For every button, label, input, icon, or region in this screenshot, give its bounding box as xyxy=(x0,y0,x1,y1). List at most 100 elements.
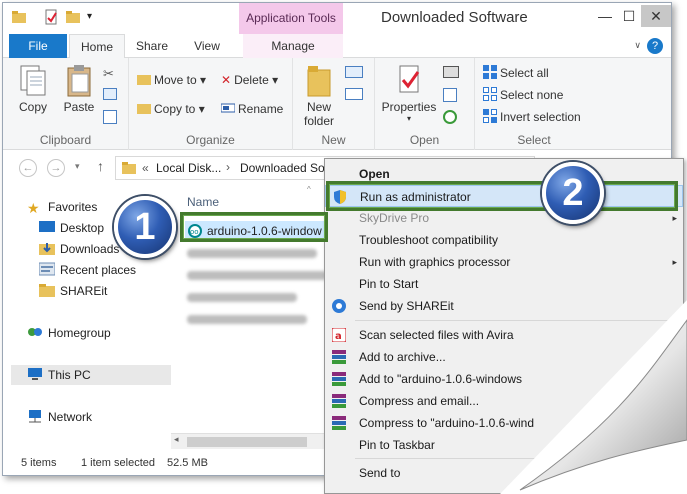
properties-button[interactable]: Properties ▾ xyxy=(379,64,439,123)
nav-homegroup[interactable]: Homegroup xyxy=(27,323,111,343)
folder-icon xyxy=(122,162,136,174)
menu-item-open-label: Open xyxy=(359,167,390,181)
menu-item-compress-and-email[interactable]: Compress and email... xyxy=(325,390,683,412)
nav-homegroup-label: Homegroup xyxy=(48,326,111,340)
submenu-arrow-icon: ▸ xyxy=(672,213,677,223)
menu-item-run-as-administrator[interactable]: Run as administrator xyxy=(325,185,683,207)
select-group: Select all Select none Invert selection … xyxy=(475,58,593,150)
nav-this-pc[interactable]: This PC xyxy=(11,365,171,385)
column-header-name[interactable]: Name xyxy=(187,195,219,209)
menu-item-run-as-administrator-label: Run as administrator xyxy=(360,190,471,204)
back-button[interactable]: ← xyxy=(19,159,37,177)
recent-locations-icon[interactable]: ▾ xyxy=(75,161,80,172)
computer-icon xyxy=(28,368,42,380)
customize-toolbar-icon[interactable]: ▾ xyxy=(87,9,103,25)
desktop-icon xyxy=(39,221,55,232)
status-selected: 1 item selected xyxy=(81,457,155,469)
properties-quick-icon[interactable] xyxy=(43,9,59,25)
move-to-button[interactable]: Move to ▾ xyxy=(137,71,206,89)
expand-ribbon-icon[interactable]: ∨ xyxy=(634,40,641,51)
select-all-button[interactable]: Select all xyxy=(483,64,549,82)
open-icon[interactable] xyxy=(443,66,459,78)
menu-item-skydrive-pro[interactable]: SkyDrive Pro ▸ xyxy=(325,207,683,229)
context-menu: Open Run as administrator SkyDrive Pro ▸ … xyxy=(324,158,684,494)
copy-icon xyxy=(20,65,46,96)
copy-path-icon[interactable] xyxy=(103,88,117,100)
menu-item-pin-to-start[interactable]: Pin to Start xyxy=(325,273,683,295)
close-button[interactable]: ✕ xyxy=(641,5,671,27)
menu-item-pin-to-taskbar[interactable]: Pin to Taskbar xyxy=(325,434,683,456)
menu-item-send-to-label: Send to xyxy=(359,466,401,480)
nav-desktop[interactable]: Desktop xyxy=(39,218,104,238)
rename-button[interactable]: Rename xyxy=(221,100,283,118)
new-item-icon[interactable] xyxy=(345,66,363,78)
menu-item-compress-to-named[interactable]: Compress to "arduino-1.0.6-wind xyxy=(325,412,683,434)
clipboard-group: Copy Paste ✂ Clipboard xyxy=(3,58,129,150)
tab-home[interactable]: Home xyxy=(69,34,125,59)
edit-icon[interactable] xyxy=(443,88,457,102)
nav-shareit[interactable]: SHAREit xyxy=(39,281,107,301)
nav-favorites[interactable]: ★ Favorites xyxy=(27,197,97,217)
horizontal-scrollbar[interactable]: ◂ xyxy=(171,433,325,449)
paste-button[interactable]: Paste xyxy=(59,64,99,114)
forward-button[interactable]: → xyxy=(47,159,65,177)
delete-button[interactable]: ✕ Delete ▾ xyxy=(221,71,278,89)
tab-view[interactable]: View xyxy=(185,34,229,58)
status-item-count: 5 items xyxy=(21,457,57,469)
paste-shortcut-icon[interactable] xyxy=(103,110,117,124)
scroll-left-icon[interactable]: ◂ xyxy=(174,434,179,445)
open-group-label: Open xyxy=(409,133,440,147)
new-folder-quick-icon[interactable] xyxy=(65,9,81,25)
menu-item-send-by-shareit[interactable]: Send by SHAREit xyxy=(325,295,683,317)
menu-item-compress-and-email-label: Compress and email... xyxy=(359,394,480,408)
tab-manage[interactable]: Manage xyxy=(243,34,343,58)
winrar-icon xyxy=(332,394,346,408)
ribbon: Copy Paste ✂ Clipboard Move to ▾ Copy to… xyxy=(3,58,671,150)
maximize-button[interactable]: ☐ xyxy=(617,5,641,27)
menu-item-open[interactable]: Open xyxy=(325,163,683,185)
folder-icon[interactable] xyxy=(11,9,27,25)
select-none-button[interactable]: Select none xyxy=(483,86,563,104)
menu-item-add-to-archive[interactable]: Add to archive... xyxy=(325,346,683,368)
menu-item-run-with-gpu[interactable]: Run with graphics processor ▸ xyxy=(325,251,683,273)
tab-file[interactable]: File xyxy=(9,34,67,58)
tab-share[interactable]: Share xyxy=(129,34,175,58)
copy-to-button[interactable]: Copy to ▾ xyxy=(137,100,205,118)
file-row-blurred-2[interactable] xyxy=(185,265,335,285)
scroll-thumb[interactable] xyxy=(187,437,307,447)
breadcrumb-local-disk[interactable]: Local Disk... xyxy=(156,161,221,175)
breadcrumb-overflow[interactable]: « xyxy=(142,161,149,175)
menu-item-scan-avira[interactable]: a Scan selected files with Avira xyxy=(325,324,683,346)
file-row-blurred-4[interactable] xyxy=(185,309,335,329)
select-group-label: Select xyxy=(517,133,551,147)
rename-icon xyxy=(221,103,235,113)
submenu-arrow-icon: ▸ xyxy=(672,257,677,267)
file-row-arduino[interactable]: oo arduino-1.0.6-window xyxy=(185,221,335,241)
avira-icon: a xyxy=(332,328,346,342)
nav-downloads[interactable]: Downloads xyxy=(39,239,119,259)
history-icon[interactable] xyxy=(443,110,457,124)
cut-icon[interactable]: ✂ xyxy=(103,66,114,82)
minimize-button[interactable]: — xyxy=(593,5,617,27)
menu-item-troubleshoot[interactable]: Troubleshoot compatibility xyxy=(325,229,683,251)
help-icon[interactable]: ? xyxy=(647,38,663,54)
nav-network[interactable]: Network xyxy=(27,407,92,427)
menu-item-send-to[interactable]: Send to ▸ xyxy=(325,462,683,484)
copy-button[interactable]: Copy xyxy=(13,64,53,114)
menu-item-scan-avira-label: Scan selected files with Avira xyxy=(359,328,514,342)
menu-item-pin-to-taskbar-label: Pin to Taskbar xyxy=(359,438,435,452)
breadcrumb-downloaded-software[interactable]: Downloaded Sof xyxy=(240,161,328,175)
properties-label: Properties xyxy=(381,100,437,114)
star-icon: ★ xyxy=(27,200,40,216)
new-folder-button[interactable]: New folder xyxy=(299,64,339,128)
easy-access-icon[interactable] xyxy=(345,88,363,100)
select-none-label: Select none xyxy=(500,88,564,102)
invert-selection-label: Invert selection xyxy=(500,110,581,124)
file-row-blurred-1[interactable] xyxy=(185,243,335,263)
invert-selection-button[interactable]: Invert selection xyxy=(483,108,581,126)
menu-item-add-to-named-archive[interactable]: Add to "arduino-1.0.6-windows xyxy=(325,368,683,390)
nav-recent-places[interactable]: Recent places xyxy=(39,260,136,280)
file-row-blurred-3[interactable] xyxy=(185,287,335,307)
up-icon[interactable]: ↑ xyxy=(97,158,104,174)
delete-icon: ✕ xyxy=(221,73,232,87)
